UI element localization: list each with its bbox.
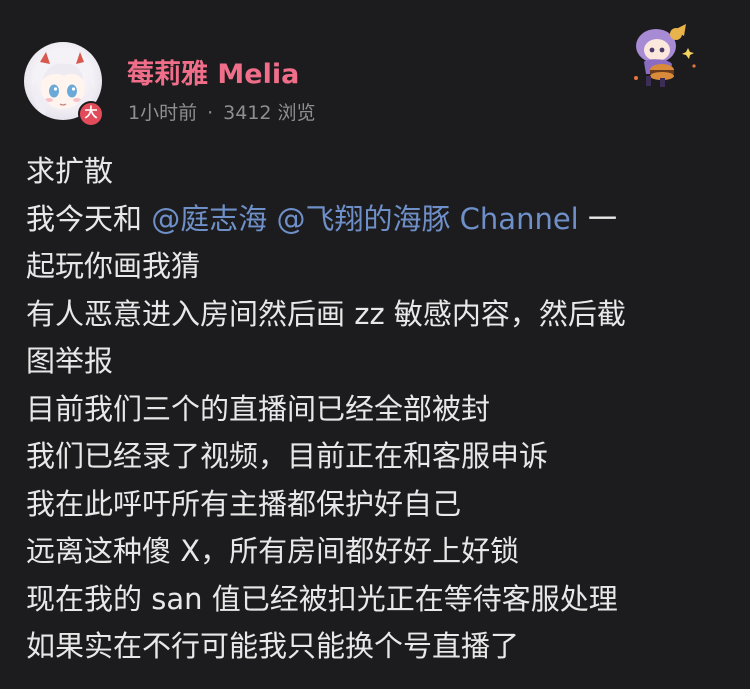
mention-link[interactable]: @庭志海 xyxy=(151,202,267,236)
content-line: 我们已经录了视频，目前正在和客服申诉 xyxy=(26,439,549,473)
verified-badge: 大 xyxy=(78,101,104,127)
text-segment: 我今天和 xyxy=(26,201,152,236)
content-line: 图举报 xyxy=(26,344,114,378)
text-segment: 一 xyxy=(578,201,617,236)
post-content: 求扩散 我今天和 @庭志海 @飞翔的海豚 Channel 一 起玩你画我猜 有人… xyxy=(26,148,738,671)
content-line: 起玩你画我猜 xyxy=(26,249,201,283)
content-line: 求扩散 xyxy=(26,154,114,188)
post-time: 1小时前 xyxy=(128,102,198,124)
content-line: 如果实在不行可能我只能换个号直播了 xyxy=(26,629,520,663)
content-line: 我在此呼吁所有主播都保护好自己 xyxy=(26,486,462,521)
content-line: 远离这种傻 X，所有房间都好好上好锁 xyxy=(26,534,520,568)
content-line: 有人恶意进入房间然后画 zz 敏感内容，然后截 xyxy=(26,296,626,331)
content-line: 现在我的 san 值已经被扣光正在等待客服处理 xyxy=(26,581,618,616)
post-meta: 1小时前 · 3412 浏览 xyxy=(128,98,316,125)
post-card: 大 莓莉雅 Melia 1小时前 · 3412 浏览 求扩散 我今天和 @庭志海… xyxy=(0,0,750,689)
meta-separator: · xyxy=(207,102,214,124)
mention-link[interactable]: @飞翔的海豚 Channel xyxy=(276,202,578,236)
content-line: 目前我们三个的直播间已经全部被封 xyxy=(26,391,491,426)
view-count: 3412 浏览 xyxy=(223,102,316,124)
anime-character-sticker-icon xyxy=(624,22,704,90)
content-line: 我今天和 @庭志海 @飞翔的海豚 Channel 一 xyxy=(26,196,738,244)
author-name[interactable]: 莓莉雅 Melia xyxy=(127,52,299,91)
